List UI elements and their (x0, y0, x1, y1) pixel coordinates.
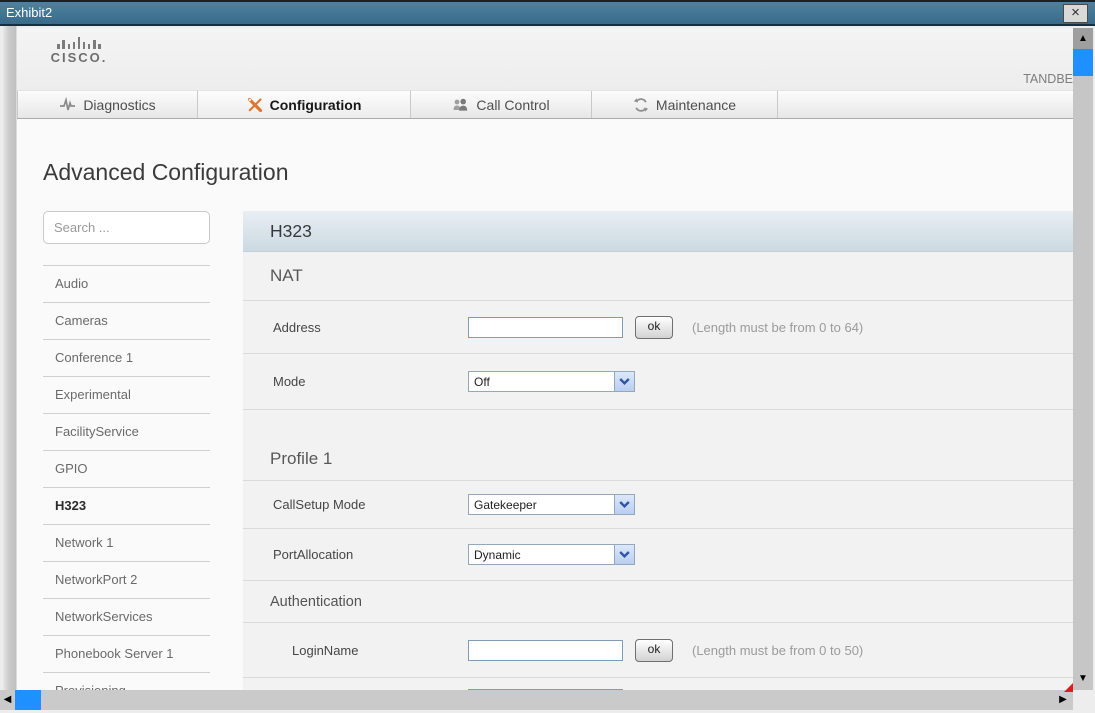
field-row-partial (243, 678, 1073, 690)
field-row-loginname: LoginName ok (Length must be from 0 to 5… (243, 623, 1073, 678)
tab-maintenance[interactable]: Maintenance (592, 91, 778, 118)
refresh-icon (633, 97, 649, 113)
chevron-down-icon (614, 495, 634, 514)
scroll-left-icon[interactable]: ◀ (0, 690, 15, 710)
address-length-note: (Length must be from 0 to 64) (692, 320, 863, 335)
content-area: Advanced Configuration Audio Cameras Con… (17, 119, 1073, 690)
address-ok-button[interactable]: ok (635, 316, 673, 339)
subsection-header-authentication: Authentication (243, 581, 1073, 623)
tab-label: Maintenance (656, 97, 736, 113)
resize-marker (1064, 683, 1073, 692)
address-label: Address (243, 320, 468, 335)
mode-label: Mode (243, 374, 468, 389)
tools-icon (247, 97, 263, 113)
web-app-area: CISCO. TANDBE Diagnostics (17, 28, 1073, 690)
sidebar-item-conference-1[interactable]: Conference 1 (43, 339, 210, 376)
portallocation-select-value: Dynamic (469, 545, 614, 564)
sidebar-item-networkservices[interactable]: NetworkServices (43, 598, 210, 635)
people-icon (452, 97, 469, 113)
exhibit-window: Exhibit2 × CISCO. TANDBE (0, 0, 1095, 713)
portallocation-label: PortAllocation (243, 547, 468, 562)
sidebar-item-network-1[interactable]: Network 1 (43, 524, 210, 561)
settings-sidebar: Audio Cameras Conference 1 Experimental … (43, 211, 210, 690)
sidebar-item-networkport-2[interactable]: NetworkPort 2 (43, 561, 210, 598)
window-title: Exhibit2 (6, 5, 52, 20)
main-tabbar: Diagnostics Configuration (17, 90, 1073, 119)
h323-settings-panel: H323 NAT Address ok (Length must be from… (243, 211, 1073, 690)
mode-select-value: Off (469, 372, 614, 391)
cisco-logo-bars (44, 35, 114, 49)
tab-label: Diagnostics (83, 97, 155, 113)
loginname-label: LoginName (243, 643, 468, 658)
cisco-logo: CISCO. (44, 35, 114, 65)
sidebar-item-gpio[interactable]: GPIO (43, 450, 210, 487)
loginname-ok-button[interactable]: ok (635, 639, 673, 662)
sidebar-item-cameras[interactable]: Cameras (43, 302, 210, 339)
mode-select[interactable]: Off (468, 371, 635, 392)
chevron-down-icon (614, 372, 634, 391)
vertical-scrollbar-thumb[interactable] (1073, 49, 1093, 76)
field-row-address: Address ok (Length must be from 0 to 64) (243, 301, 1073, 354)
sidebar-item-phonebook-server-1[interactable]: Phonebook Server 1 (43, 635, 210, 672)
field-row-mode: Mode Off (243, 354, 1073, 410)
cisco-logo-text: CISCO. (44, 50, 114, 65)
search-input[interactable] (43, 211, 210, 244)
close-icon[interactable]: × (1063, 4, 1088, 23)
settings-nav: Audio Cameras Conference 1 Experimental … (43, 265, 210, 690)
sidebar-item-audio[interactable]: Audio (43, 265, 210, 302)
scroll-down-icon[interactable]: ▼ (1073, 668, 1093, 690)
address-input[interactable] (468, 317, 623, 338)
horizontal-scrollbar-thumb[interactable] (15, 690, 41, 710)
field-row-portallocation: PortAllocation Dynamic (243, 529, 1073, 581)
left-frame-strip (3, 26, 17, 710)
sidebar-item-provisioning[interactable]: Provisioning (43, 672, 210, 690)
device-name-label: TANDBE (1023, 72, 1073, 86)
callsetup-mode-select-value: Gatekeeper (469, 495, 614, 514)
portallocation-select[interactable]: Dynamic (468, 544, 635, 565)
tab-call-control[interactable]: Call Control (411, 91, 592, 118)
sidebar-item-facilityservice[interactable]: FacilityService (43, 413, 210, 450)
tab-label: Configuration (270, 97, 362, 113)
tab-label: Call Control (476, 97, 549, 113)
tab-diagnostics[interactable]: Diagnostics (17, 91, 198, 118)
section-header-nat: NAT (243, 252, 1073, 301)
callsetup-mode-label: CallSetup Mode (243, 497, 468, 512)
chevron-down-icon (614, 545, 634, 564)
scroll-up-icon[interactable]: ▲ (1073, 28, 1093, 49)
scroll-right-icon[interactable]: ▶ (1053, 690, 1073, 710)
sidebar-item-h323[interactable]: H323 (43, 487, 210, 524)
app-header: CISCO. TANDBE (17, 28, 1073, 90)
spacer-row (243, 410, 1073, 438)
field-row-callsetup-mode: CallSetup Mode Gatekeeper (243, 481, 1073, 529)
loginname-input[interactable] (468, 640, 623, 661)
window-body: CISCO. TANDBE Diagnostics (0, 26, 1095, 713)
horizontal-scrollbar[interactable]: ◀ ▶ (0, 690, 1073, 710)
pulse-icon (59, 97, 76, 113)
loginname-length-note: (Length must be from 0 to 50) (692, 643, 863, 658)
window-titlebar[interactable]: Exhibit2 × (0, 0, 1095, 26)
tab-configuration[interactable]: Configuration (198, 91, 411, 118)
sidebar-item-experimental[interactable]: Experimental (43, 376, 210, 413)
panel-title: H323 (243, 211, 1073, 252)
vertical-scrollbar[interactable]: ▲ ▼ (1073, 28, 1093, 690)
page-title: Advanced Configuration (43, 159, 289, 186)
section-header-profile-1: Profile 1 (243, 438, 1073, 481)
callsetup-mode-select[interactable]: Gatekeeper (468, 494, 635, 515)
